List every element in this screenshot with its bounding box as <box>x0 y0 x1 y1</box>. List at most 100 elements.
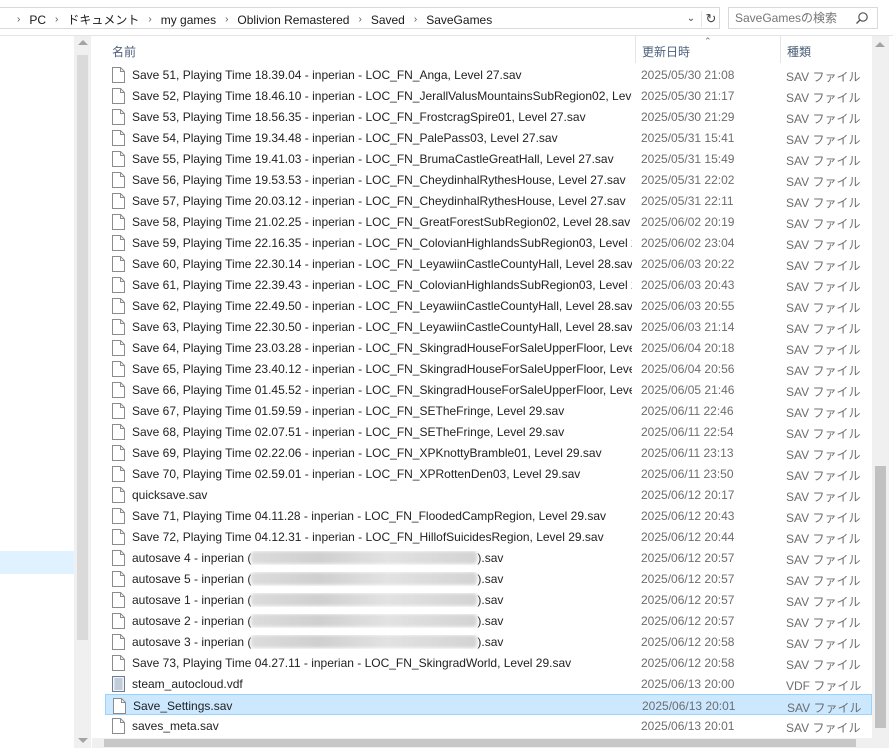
file-row[interactable]: Save 53, Playing Time 18.56.35 - inperia… <box>105 106 872 127</box>
file-date: 2025/06/12 20:58 <box>641 635 735 649</box>
file-row[interactable]: autosave 5 - inperian ().sav 2025/06/12 2… <box>105 568 872 589</box>
vertical-scrollbar-thumb[interactable] <box>875 466 886 728</box>
file-row[interactable]: Save_Settings.sav 2025/06/13 20:01 SAV ファイ… <box>105 694 872 715</box>
chevron-right-icon[interactable]: › <box>141 14 158 25</box>
file-icon <box>112 151 125 167</box>
breadcrumb-item[interactable]: my games <box>159 13 218 27</box>
file-icon <box>112 466 125 482</box>
file-row[interactable]: autosave 4 - inperian ().sav 2025/06/12 2… <box>105 547 872 568</box>
file-row[interactable]: Save 57, Playing Time 20.03.12 - inperia… <box>105 190 872 211</box>
file-row[interactable]: Save 72, Playing Time 04.12.31 - inperia… <box>105 526 872 547</box>
navigation-scrollbar-thumb[interactable] <box>77 55 88 640</box>
file-row[interactable]: Save 66, Playing Time 01.45.52 - inperia… <box>105 379 872 400</box>
file-row[interactable]: Save 52, Playing Time 18.46.10 - inperia… <box>105 85 872 106</box>
file-name: Save 52, Playing Time 18.46.10 - inperia… <box>132 89 632 103</box>
file-type: SAV ファイル <box>786 217 861 231</box>
file-row[interactable]: steam_autocloud.vdf 2025/06/13 20:00 VDF フ… <box>105 673 872 694</box>
chevron-right-icon[interactable]: › <box>407 14 424 25</box>
file-name: Save 60, Playing Time 22.30.14 - inperia… <box>132 257 632 271</box>
search-input[interactable] <box>735 10 853 26</box>
file-icon <box>112 508 125 524</box>
chevron-right-icon[interactable]: › <box>48 14 65 25</box>
navigation-pane[interactable] <box>0 36 74 748</box>
scroll-down-icon[interactable] <box>78 738 88 743</box>
breadcrumb-item[interactable]: SaveGames <box>424 13 494 27</box>
file-name: Save 57, Playing Time 20.03.12 - inperia… <box>132 194 626 208</box>
file-row[interactable]: Save 73, Playing Time 04.27.11 - inperia… <box>105 652 872 673</box>
file-name-prefix: autosave 4 - inperian ( <box>132 551 252 565</box>
file-row[interactable]: Save 63, Playing Time 22.30.50 - inperia… <box>105 316 872 337</box>
column-divider[interactable] <box>635 36 636 63</box>
file-row[interactable]: autosave 3 - inperian ().sav 2025/06/12 2… <box>105 631 872 652</box>
file-icon <box>112 256 125 272</box>
file-name: Save 55, Playing Time 19.41.03 - inperia… <box>132 152 614 166</box>
file-date: 2025/06/12 20:57 <box>641 572 735 586</box>
file-name-prefix: autosave 5 - inperian ( <box>132 572 252 586</box>
file-row[interactable]: Save 54, Playing Time 19.34.48 - inperia… <box>105 127 872 148</box>
file-date: 2025/06/12 20:58 <box>641 656 735 670</box>
file-row[interactable]: Save 55, Playing Time 19.41.03 - inperia… <box>105 148 872 169</box>
file-date: 2025/06/05 21:46 <box>641 383 735 397</box>
file-row[interactable]: Save 71, Playing Time 04.11.28 - inperia… <box>105 505 872 526</box>
file-row[interactable]: Save 67, Playing Time 01.59.59 - inperia… <box>105 400 872 421</box>
file-row[interactable]: Save 60, Playing Time 22.30.14 - inperia… <box>105 253 872 274</box>
chevron-right-icon[interactable]: › <box>218 14 235 25</box>
search-icon[interactable] <box>855 11 869 25</box>
breadcrumb-item[interactable]: PC <box>27 13 48 27</box>
search-box[interactable] <box>728 7 878 29</box>
file-row[interactable]: Save 59, Playing Time 22.16.35 - inperia… <box>105 232 872 253</box>
file-row[interactable]: Save 62, Playing Time 22.49.50 - inperia… <box>105 295 872 316</box>
file-row[interactable]: Save 65, Playing Time 23.40.12 - inperia… <box>105 358 872 379</box>
scroll-up-icon[interactable] <box>78 40 88 45</box>
horizontal-scrollbar-thumb[interactable] <box>104 739 856 747</box>
navigation-selected-item[interactable] <box>0 551 74 574</box>
file-date: 2025/06/03 20:43 <box>641 278 735 292</box>
file-date: 2025/05/31 15:49 <box>641 152 735 166</box>
file-icon <box>112 403 125 419</box>
file-icon <box>112 235 125 251</box>
file-type: SAV ファイル <box>786 469 861 483</box>
column-header-type[interactable]: 種類 <box>787 43 811 60</box>
file-row[interactable]: Save 70, Playing Time 02.59.01 - inperia… <box>105 463 872 484</box>
file-name: autosave 2 - inperian ().sav <box>132 614 632 628</box>
file-type: SAV ファイル <box>786 406 861 420</box>
file-row[interactable]: autosave 2 - inperian ().sav 2025/06/12 2… <box>105 610 872 631</box>
file-row[interactable]: Save 61, Playing Time 22.39.43 - inperia… <box>105 274 872 295</box>
file-row[interactable]: Save 68, Playing Time 02.07.51 - inperia… <box>105 421 872 442</box>
file-row[interactable]: Save 51, Playing Time 18.39.04 - inperia… <box>105 64 872 85</box>
file-type: SAV ファイル <box>787 701 862 715</box>
file-row[interactable]: Save 64, Playing Time 23.03.28 - inperia… <box>105 337 872 358</box>
file-row[interactable]: quicksave.sav 2025/06/12 20:17 SAV ファイル <box>105 484 872 505</box>
file-type: SAV ファイル <box>786 385 861 399</box>
file-icon <box>113 698 126 714</box>
chevron-down-icon[interactable]: ⌄ <box>683 11 699 27</box>
file-row[interactable]: Save 56, Playing Time 19.53.53 - inperia… <box>105 169 872 190</box>
chevron-right-icon[interactable]: › <box>351 14 368 25</box>
refresh-icon[interactable]: ↻ <box>701 11 720 27</box>
scroll-up-icon[interactable] <box>875 42 885 47</box>
file-row[interactable]: Save 58, Playing Time 21.02.25 - inperia… <box>105 211 872 232</box>
redacted-text <box>251 551 478 564</box>
file-name: Save 72, Playing Time 04.12.31 - inperia… <box>132 530 604 544</box>
file-icon <box>112 718 125 734</box>
file-date: 2025/06/03 20:22 <box>641 257 735 271</box>
chevron-right-icon[interactable]: › <box>10 14 27 25</box>
file-type: SAV ファイル <box>786 70 861 84</box>
column-divider[interactable] <box>780 36 781 63</box>
file-icon <box>112 109 125 125</box>
file-name: Save 73, Playing Time 04.27.11 - inperia… <box>132 656 572 670</box>
file-row[interactable]: Save 69, Playing Time 02.22.06 - inperia… <box>105 442 872 463</box>
breadcrumb-item[interactable]: ドキュメント <box>65 11 141 28</box>
breadcrumb-item[interactable]: Oblivion Remastered <box>235 13 351 27</box>
column-header-date[interactable]: 更新日時 <box>642 43 690 60</box>
file-row[interactable]: autosave 1 - inperian ().sav 2025/06/12 2… <box>105 589 872 610</box>
file-date: 2025/06/03 21:14 <box>641 320 735 334</box>
file-date: 2025/06/03 20:55 <box>641 299 735 313</box>
column-header-name[interactable]: 名前 <box>112 43 136 60</box>
breadcrumb-item[interactable]: Saved <box>369 13 407 27</box>
file-row[interactable]: saves_meta.sav 2025/06/13 20:01 SAV ファイル <box>105 715 872 736</box>
file-name: Save 58, Playing Time 21.02.25 - inperia… <box>132 215 631 229</box>
file-date: 2025/06/11 23:50 <box>641 467 734 481</box>
file-icon <box>112 655 125 671</box>
breadcrumb[interactable]: › PC › ドキュメント › my games › Oblivion Remastered ›… <box>0 7 720 29</box>
